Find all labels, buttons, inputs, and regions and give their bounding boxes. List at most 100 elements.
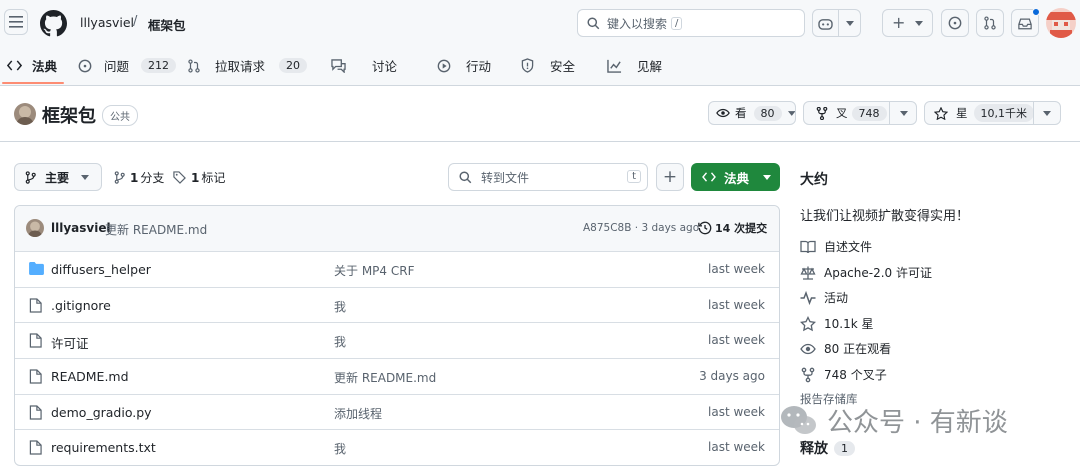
star-icon bbox=[800, 315, 816, 331]
search-icon bbox=[587, 16, 600, 29]
chevron-down-icon bbox=[787, 110, 795, 116]
tab-label: 讨论 bbox=[372, 59, 398, 74]
commit-author-avatar bbox=[26, 219, 44, 237]
forks-link[interactable]: 748 个叉子 bbox=[800, 366, 887, 383]
file-commit-message[interactable]: 关于 MP4 CRF bbox=[334, 262, 414, 279]
file-name[interactable]: requirements.txt bbox=[51, 440, 156, 455]
owner-link[interactable]: lllyasviel bbox=[80, 15, 134, 30]
inbox-icon bbox=[1018, 18, 1032, 29]
branches-label: 分支 bbox=[140, 171, 165, 185]
pull-requests-count: 20 bbox=[279, 58, 308, 73]
copilot-icon bbox=[818, 18, 833, 30]
pull-request-icon bbox=[188, 58, 200, 73]
license-label: Apache-2.0 许可证 bbox=[824, 266, 932, 280]
file-commit-message[interactable]: 更新 README.md bbox=[334, 369, 436, 386]
file-name[interactable]: 许可证 bbox=[51, 333, 89, 352]
tab-label: 拉取请求 bbox=[215, 59, 266, 74]
readme-link[interactable]: 自述文件 bbox=[800, 238, 872, 255]
about-heading: 大约 bbox=[800, 172, 828, 188]
license-link[interactable]: Apache-2.0 许可证 bbox=[800, 264, 932, 281]
file-row[interactable]: 许可证 我 last week bbox=[15, 322, 779, 358]
file-commit-message[interactable]: 我 bbox=[334, 298, 346, 315]
tags-count: 1 bbox=[191, 170, 200, 185]
branches-link[interactable]: 1 分支 bbox=[114, 169, 164, 186]
chevron-down-icon bbox=[81, 174, 90, 180]
commits-history-link[interactable]: 14 次提交 bbox=[698, 220, 767, 236]
commit-hash-time[interactable]: A875C8B · 3 days ago bbox=[583, 222, 699, 234]
star-icon bbox=[934, 106, 948, 120]
graph-icon bbox=[607, 59, 622, 73]
search-shortcut-key: / bbox=[671, 16, 683, 30]
file-name[interactable]: demo_gradio.py bbox=[51, 405, 152, 420]
repo-link[interactable]: 框架包 bbox=[148, 15, 186, 34]
branch-selector[interactable]: 主要 bbox=[14, 163, 102, 191]
tab-issues[interactable]: 问题 212 bbox=[78, 56, 177, 75]
file-commit-message[interactable]: 我 bbox=[334, 440, 346, 457]
file-row[interactable]: README.md 更新 README.md 3 days ago bbox=[15, 358, 779, 394]
fork-button[interactable]: 叉 748 bbox=[803, 101, 917, 125]
create-new-button[interactable]: + bbox=[882, 9, 933, 37]
file-commit-message[interactable]: 添加线程 bbox=[334, 405, 382, 422]
copilot-button[interactable] bbox=[812, 9, 861, 37]
tab-security[interactable]: 安全 bbox=[521, 56, 575, 75]
branch-icon bbox=[25, 170, 36, 184]
readme-label: 自述文件 bbox=[824, 240, 873, 254]
watchers-link[interactable]: 80 正在观看 bbox=[800, 340, 891, 357]
pull-requests-button[interactable] bbox=[976, 9, 1004, 37]
activity-link[interactable]: 活动 bbox=[800, 289, 848, 306]
search-input[interactable]: 键入以搜索 / bbox=[577, 9, 805, 37]
activity-label: 活动 bbox=[824, 291, 849, 305]
file-name[interactable]: diffusers_helper bbox=[51, 262, 151, 277]
code-dropdown-button[interactable]: 法典 bbox=[691, 163, 780, 191]
go-to-file-input[interactable]: 转到文件 t bbox=[448, 163, 648, 191]
tab-actions[interactable]: 行动 bbox=[437, 56, 491, 75]
add-file-button[interactable]: + bbox=[656, 163, 684, 191]
tab-pull-requests[interactable]: 拉取请求 20 bbox=[187, 56, 308, 75]
go-to-file-placeholder: 转到文件 bbox=[481, 170, 530, 185]
stars-link[interactable]: 10.1k 星 bbox=[800, 315, 873, 332]
file-row[interactable]: requirements.txt 我 last week bbox=[15, 429, 779, 465]
file-date: last week bbox=[708, 440, 765, 454]
file-name[interactable]: .gitignore bbox=[51, 298, 111, 313]
file-row[interactable]: diffusers_helper 关于 MP4 CRF last week bbox=[15, 251, 779, 287]
file-icon bbox=[29, 440, 42, 455]
commits-count-label: 14 次提交 bbox=[715, 222, 768, 235]
tags-link[interactable]: 1 标记 bbox=[173, 169, 225, 186]
releases-heading[interactable]: 释放 1 bbox=[800, 438, 855, 458]
search-icon bbox=[459, 170, 472, 183]
repo-owner-avatar bbox=[14, 103, 36, 125]
tab-label: 见解 bbox=[637, 59, 663, 74]
star-button[interactable]: 星 10,1千米 bbox=[924, 101, 1061, 125]
file-date: last week bbox=[708, 333, 765, 347]
go-to-file-shortcut: t bbox=[627, 170, 641, 183]
commit-message[interactable]: 更新 README.md bbox=[105, 221, 207, 238]
file-name[interactable]: README.md bbox=[51, 369, 129, 384]
tab-code[interactable]: 法典 bbox=[7, 56, 57, 75]
watch-button[interactable]: 看 80 bbox=[708, 101, 796, 125]
commit-author[interactable]: lllyasviel bbox=[51, 221, 111, 235]
active-tab-underline bbox=[2, 82, 64, 84]
breadcrumb-separator: / bbox=[133, 14, 138, 29]
menu-button[interactable] bbox=[4, 9, 28, 35]
github-logo-icon[interactable] bbox=[40, 10, 67, 37]
file-row[interactable]: demo_gradio.py 添加线程 last week bbox=[15, 394, 779, 430]
user-avatar[interactable] bbox=[1046, 8, 1076, 38]
file-commit-message[interactable]: 我 bbox=[334, 333, 346, 350]
visibility-badge: 公共 bbox=[102, 105, 138, 126]
forks-label: 748 个叉子 bbox=[824, 368, 887, 382]
tab-insights[interactable]: 见解 bbox=[607, 56, 662, 75]
tab-discussions[interactable]: 讨论 bbox=[331, 56, 397, 75]
issues-button[interactable] bbox=[941, 9, 969, 37]
wechat-watermark: 公众号 · 有新谈 bbox=[779, 402, 1008, 439]
notification-dot bbox=[1032, 8, 1040, 16]
code-icon bbox=[7, 60, 22, 71]
eye-icon bbox=[716, 108, 730, 118]
tab-label: 安全 bbox=[550, 59, 576, 74]
shield-icon bbox=[521, 58, 534, 73]
file-row[interactable]: .gitignore 我 last week bbox=[15, 287, 779, 323]
issue-opened-icon bbox=[948, 16, 962, 30]
fork-icon bbox=[801, 367, 815, 382]
tags-label: 标记 bbox=[201, 171, 226, 185]
repo-title[interactable]: 框架包 bbox=[42, 102, 96, 128]
play-icon bbox=[437, 59, 451, 72]
